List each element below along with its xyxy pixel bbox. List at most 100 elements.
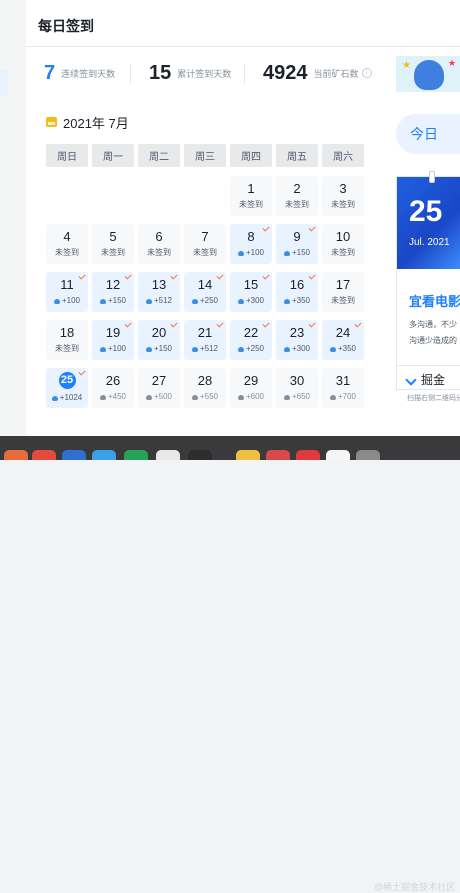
vscode-icon[interactable] [62,450,86,460]
calendar-day-21[interactable]: 21 +512 [184,320,226,360]
app-icon[interactable] [266,450,290,460]
day-number: 16 [289,277,305,292]
day-status: 未签到 [55,247,79,259]
day-status: 未签到 [331,247,355,259]
ore-icon [99,346,106,352]
terminal-icon[interactable] [188,450,212,460]
calendar-day-27[interactable]: 27 +500 [138,368,180,408]
checkmark-icon [308,320,316,328]
calendar-day-19[interactable]: 19 +100 [92,320,134,360]
app-icon[interactable] [92,450,116,460]
app-icon[interactable] [156,450,180,460]
brand: 掘金 [407,371,445,388]
calendar-day-5[interactable]: 5 未签到 [92,224,134,264]
calendar-day-8[interactable]: 8 +100 [230,224,272,264]
day-status-text: +100 [61,296,81,305]
stat-streak-value: 7 [44,61,56,84]
calendar-day-6[interactable]: 6 未签到 [138,224,180,264]
calendar-day-17[interactable]: 17 未签到 [322,272,364,312]
stat-streak-label: 连续签到天数 [61,68,116,79]
day-status: +150 [283,247,311,259]
day-status-text: 未签到 [331,296,355,305]
calendar-day-15[interactable]: 15 +300 [230,272,272,312]
star-icon: ★ [402,60,411,71]
app-icon[interactable] [4,450,28,460]
day-status-text: +350 [291,296,311,305]
day-status-text: +300 [245,296,265,305]
day-status-text: +150 [291,248,311,257]
stats-row: 7 连续签到天数 15 累计签到天数 4924 当前矿石数 i [26,58,396,88]
day-number: 11 [60,277,74,292]
app-icon[interactable] [356,450,380,460]
star-icon: ★ [448,58,457,68]
checkmark-icon [124,272,132,280]
fortune-calendar-card: 25 Jul. 2021 宜看电影 多沟通，不少 沟通少造成的 掘金 扫描右侧二… [396,171,460,402]
day-number: 28 [197,373,213,388]
weekday-header: 周六 [322,144,364,167]
calendar-day-25[interactable]: 25 +1024 [46,368,88,408]
calendar-day-29[interactable]: 29 +600 [230,368,272,408]
ore-icon [53,298,60,304]
stat-ore-label: 当前矿石数 [313,68,359,79]
page-header: 每日签到 [26,0,460,47]
calendar-day-1[interactable]: 1 未签到 [230,176,272,216]
calendar-day-23[interactable]: 23 +300 [276,320,318,360]
app-icon[interactable] [124,450,148,460]
app-icon[interactable] [296,450,320,460]
juejin-logo-icon [407,376,417,384]
calendar-day-30[interactable]: 30 +650 [276,368,318,408]
main-panel: 每日签到 7 连续签到天数 15 累计签到天数 4924 当前矿石数 i 202… [26,0,460,436]
day-number: 3 [339,181,347,196]
day-status: 未签到 [101,247,125,259]
calendar-day-28[interactable]: 28 +550 [184,368,226,408]
calendar-day-16[interactable]: 16 +350 [276,272,318,312]
ore-icon [283,250,290,256]
sidebar-active-item[interactable] [0,70,8,96]
ore-icon [99,394,106,400]
calendar-day-3[interactable]: 3 未签到 [322,176,364,216]
calendar-day-18[interactable]: 18 未签到 [46,320,88,360]
calendar-big-day: 25 [409,195,443,228]
ore-icon [283,346,290,352]
day-status: +500 [145,391,172,403]
calendar-day-31[interactable]: 31 +700 [322,368,364,408]
calendar-day-22[interactable]: 22 +250 [230,320,272,360]
day-status: +350 [283,295,311,307]
calendar-day-12[interactable]: 12 +150 [92,272,134,312]
day-number: 23 [289,325,305,340]
day-status: +150 [99,295,126,307]
calendar-day-9[interactable]: 9 +150 [276,224,318,264]
day-status: +350 [329,343,356,355]
watermark: @稀土掘金技术社区 [374,882,456,892]
app-icon[interactable] [32,450,56,460]
checkmark-icon [262,224,270,232]
calendar-day-13[interactable]: 13 +512 [138,272,180,312]
info-icon[interactable]: i [361,68,372,78]
app-icon[interactable] [236,450,260,460]
calendar-day-2[interactable]: 2 未签到 [276,176,318,216]
calendar-day-14[interactable]: 14 +250 [184,272,226,312]
mascot-banner[interactable]: ★ ★ [396,56,460,92]
stat-total-value: 15 [149,61,172,84]
checkmark-icon [78,272,86,280]
calendar-day-26[interactable]: 26 +450 [92,368,134,408]
day-status: 未签到 [285,199,309,211]
calendar-day-11[interactable]: 11 +100 [46,272,88,312]
divider [130,64,131,84]
ore-icon [237,298,244,304]
day-number: 29 [243,373,259,388]
ore-icon [237,250,244,256]
calendar-day-20[interactable]: 20 +150 [138,320,180,360]
ore-icon [237,394,244,400]
calendar-day-10[interactable]: 10 未签到 [322,224,364,264]
ore-icon [145,298,152,304]
app-icon[interactable] [326,450,350,460]
checkmark-icon [354,320,362,328]
calendar-card-header: 25 Jul. 2021 [397,171,460,269]
calendar-day-4[interactable]: 4 未签到 [46,224,88,264]
calendar-day-7[interactable]: 7 未签到 [184,224,226,264]
day-status-text: +450 [107,392,127,401]
calendar-day-24[interactable]: 24 +350 [322,320,364,360]
day-number: 13 [151,277,167,292]
today-button[interactable]: 今日 [396,114,460,154]
